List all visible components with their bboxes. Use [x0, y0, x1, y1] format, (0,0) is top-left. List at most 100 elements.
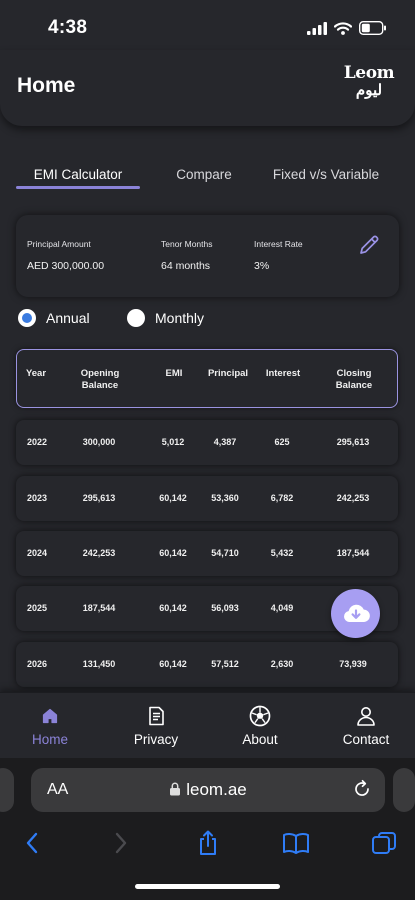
col-year: Year — [25, 368, 47, 379]
cell-principal: 57,512 — [211, 659, 239, 669]
nav-contact-label: Contact — [342, 732, 390, 747]
previous-tab-preview[interactable] — [0, 768, 14, 812]
document-icon — [149, 706, 164, 726]
chevron-right-icon — [115, 832, 127, 854]
principal-param: Principal Amount AED 300,000.00 — [27, 239, 104, 272]
person-icon — [357, 707, 375, 726]
url-text: leom.ae — [186, 780, 247, 799]
rate-param: Interest Rate 3% — [254, 239, 303, 272]
cell-emi: 60,142 — [159, 548, 187, 558]
nav-privacy-label: Privacy — [133, 732, 179, 747]
cell-closing-balance: 187,544 — [336, 548, 370, 558]
tabs-button[interactable] — [369, 828, 399, 858]
nav-contact[interactable]: Contact — [326, 705, 406, 747]
cell-opening-balance: 187,544 — [82, 603, 116, 613]
monthly-radio[interactable]: Monthly — [127, 309, 204, 327]
cell-emi: 60,142 — [159, 603, 187, 613]
cell-interest: 2,630 — [270, 659, 294, 669]
table-row: 2022 300,000 5,012 4,387 625 295,613 — [16, 420, 398, 465]
address-bar[interactable]: AA leom.ae — [31, 768, 385, 812]
home-icon — [42, 708, 58, 724]
col-interest: Interest — [265, 368, 301, 379]
cell-interest: 625 — [274, 437, 290, 447]
chevron-left-icon — [26, 832, 38, 854]
col-opening-balance: Opening Balance — [80, 368, 120, 391]
status-icons — [307, 21, 387, 35]
forward-button[interactable] — [106, 828, 136, 858]
nav-privacy[interactable]: Privacy — [116, 705, 196, 747]
table-row: 2024 242,253 60,142 54,710 5,432 187,544 — [16, 531, 398, 576]
amortization-table-header: Year Opening Balance EMI Principal Inter… — [16, 349, 398, 408]
pencil-icon — [360, 235, 379, 254]
radio-selected-icon — [18, 309, 36, 327]
logo-latin: Leom — [343, 63, 395, 83]
calculator-tabs: EMI Calculator Compare Fixed v/s Variabl… — [16, 164, 400, 192]
tenor-param: Tenor Months 64 months — [161, 239, 213, 272]
battery-icon — [359, 21, 386, 35]
cell-interest: 6,782 — [270, 493, 294, 503]
cell-year: 2023 — [26, 493, 48, 503]
reload-icon — [355, 779, 369, 796]
annual-radio[interactable]: Annual — [18, 309, 90, 327]
rate-value: 3% — [254, 260, 270, 272]
nav-home-label: Home — [31, 732, 68, 747]
principal-label: Principal Amount — [27, 239, 91, 249]
table-row: 2023 295,613 60,142 53,360 6,782 242,253 — [16, 476, 398, 521]
cell-year: 2026 — [26, 659, 48, 669]
bookmarks-button[interactable] — [281, 828, 311, 858]
tab-fixed-vs-variable[interactable]: Fixed v/s Variable — [266, 164, 386, 190]
period-toggle: Annual Monthly — [18, 309, 318, 331]
app-header: Home Leom ليوم — [0, 50, 415, 126]
cell-closing-balance: 73,939 — [339, 659, 367, 669]
tenor-label: Tenor Months — [161, 239, 213, 249]
nav-home[interactable]: Home — [10, 705, 90, 747]
cell-principal: 53,360 — [211, 493, 239, 503]
tenor-value: 64 months — [161, 260, 211, 272]
next-tab-preview[interactable] — [393, 768, 415, 812]
annual-label: Annual — [46, 310, 90, 326]
browser-toolbar — [0, 828, 415, 862]
football-icon — [249, 705, 271, 727]
cell-emi: 5,012 — [161, 437, 185, 447]
reload-button[interactable] — [352, 779, 372, 804]
col-principal: Principal — [207, 368, 249, 379]
page-title: Home — [17, 74, 76, 97]
cell-closing-balance: 242,253 — [336, 493, 370, 503]
share-icon — [200, 830, 216, 855]
browser-chrome: AA leom.ae — [0, 758, 415, 900]
radio-unselected-icon — [127, 309, 145, 327]
tab-compare[interactable]: Compare — [164, 164, 244, 190]
cell-principal: 56,093 — [211, 603, 239, 613]
cell-principal: 54,710 — [211, 548, 239, 558]
cell-closing-balance: 295,613 — [336, 437, 370, 447]
nav-about[interactable]: About — [220, 705, 300, 747]
back-button[interactable] — [17, 828, 47, 858]
book-icon — [283, 832, 309, 854]
cell-year: 2024 — [26, 548, 48, 558]
cell-year: 2025 — [26, 603, 48, 613]
download-button[interactable] — [331, 589, 380, 638]
cell-opening-balance: 300,000 — [82, 437, 116, 447]
monthly-label: Monthly — [155, 310, 205, 326]
cell-principal: 4,387 — [213, 437, 237, 447]
rate-label: Interest Rate — [254, 239, 303, 249]
cell-interest: 5,432 — [270, 548, 294, 558]
cell-opening-balance: 242,253 — [82, 548, 116, 558]
edit-button[interactable] — [357, 233, 381, 257]
bottom-navigation: Home Privacy About Contact — [0, 692, 415, 758]
table-row: 2026 131,450 60,142 57,512 2,630 73,939 — [16, 642, 398, 687]
status-time: 4:38 — [48, 17, 88, 38]
active-tab-indicator — [16, 186, 140, 189]
cell-opening-balance: 131,450 — [82, 659, 116, 669]
share-button[interactable] — [193, 828, 223, 858]
cell-interest: 4,049 — [270, 603, 294, 613]
home-indicator — [135, 884, 280, 889]
cloud-download-icon — [343, 604, 370, 622]
lock-icon — [170, 782, 181, 796]
cell-year: 2022 — [26, 437, 48, 447]
principal-value: AED 300,000.00 — [27, 260, 105, 272]
cell-emi: 60,142 — [159, 659, 187, 669]
nav-about-label: About — [242, 732, 278, 747]
leom-logo[interactable]: Leom ليوم — [342, 65, 396, 98]
cell-emi: 60,142 — [159, 493, 187, 503]
